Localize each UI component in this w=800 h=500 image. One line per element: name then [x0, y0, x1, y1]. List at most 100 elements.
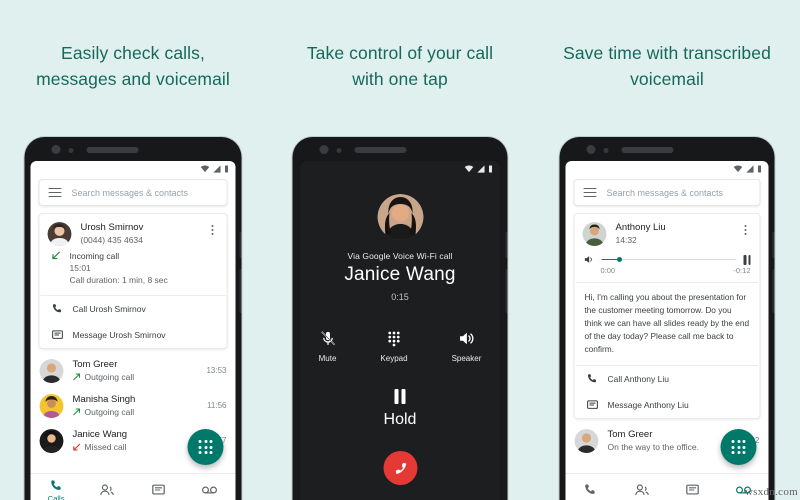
call-type: Incoming call: [69, 251, 120, 261]
list-item[interactable]: Manisha Singh Outgoing call 11:56: [31, 388, 236, 423]
bottom-navigation: Calls: [30, 473, 236, 500]
call-timer: 0:15: [391, 292, 409, 302]
power-button[interactable]: [239, 269, 242, 313]
contact-name: Urosh Smirnov: [80, 222, 144, 233]
phone-bezel-top: [293, 137, 508, 161]
nav-tab-calls-label: Calls: [47, 493, 65, 500]
panel-2-headline: Take control of your call with one tap: [267, 40, 533, 92]
call-status-label: Outgoing call: [84, 372, 135, 382]
voicemail-card[interactable]: Anthony Liu 14:32 0:00 -0:12 Hi, I'm cal…: [573, 213, 761, 419]
dialpad-fab-button[interactable]: [187, 429, 224, 465]
list-item-text: Tom Greer Outgoing call: [73, 358, 198, 383]
search-input[interactable]: Search messages & contacts: [72, 188, 189, 198]
nav-tab-contacts[interactable]: [82, 483, 133, 498]
list-item-text: Janice Wang Missed call: [73, 428, 207, 453]
headline-line-1: Save time with transcribed: [563, 43, 771, 63]
power-button[interactable]: [505, 269, 508, 313]
phone-icon: [585, 484, 596, 494]
power-button[interactable]: [772, 269, 775, 313]
action-message[interactable]: Message Anthony Liu: [575, 392, 760, 418]
slider-knob[interactable]: [616, 257, 622, 262]
front-camera-icon: [586, 145, 596, 154]
menu-icon[interactable]: [583, 185, 597, 200]
playback-slider[interactable]: [601, 255, 737, 265]
action-message-label: Message Anthony Liu: [607, 400, 689, 410]
search-bar[interactable]: Search messages & contacts: [573, 179, 761, 206]
more-options-icon[interactable]: [740, 222, 752, 246]
contact-name: Tom Greer: [72, 359, 118, 370]
nav-tab-calls[interactable]: Calls: [31, 479, 82, 500]
call-status: Outgoing call: [73, 406, 199, 418]
elapsed-time: 0:00: [600, 266, 616, 275]
panel-in-call: Take control of your call with one tap V…: [267, 0, 533, 500]
outgoing-call-arrow-icon: [73, 373, 81, 381]
hold-label: Hold: [383, 411, 417, 428]
action-call[interactable]: Call Anthony Liu: [575, 366, 760, 392]
keypad-icon: [198, 440, 213, 454]
nav-tab-messages[interactable]: [667, 483, 718, 498]
earpiece-speaker: [621, 147, 674, 153]
voicemail-time: 14:32: [615, 235, 637, 245]
volume-button[interactable]: [505, 232, 508, 258]
more-options-icon[interactable]: [207, 222, 219, 246]
wifi-icon: [733, 165, 743, 172]
call-status: Outgoing call: [73, 371, 198, 383]
list-item[interactable]: Tom Greer Outgoing call 13:53: [31, 353, 236, 388]
volume-button[interactable]: [772, 232, 775, 258]
phone-2-screen: Via Google Voice Wi-Fi call Janice Wang …: [300, 161, 500, 500]
messages-icon: [587, 400, 598, 409]
playback-times: 0:00 -0:12: [575, 265, 760, 275]
search-input[interactable]: Search messages & contacts: [607, 188, 724, 198]
screenshot-stage: Easily check calls, messages and voicema…: [0, 0, 800, 500]
front-camera-icon: [51, 145, 61, 154]
status-bar: [31, 161, 236, 176]
phone-mockup-1: Search messages & contacts Urosh Smirnov…: [24, 137, 242, 500]
nav-tab-messages[interactable]: [133, 483, 184, 498]
voicemail-transcript: Hi, I'm calling you about the presentati…: [584, 292, 750, 354]
keypad-button[interactable]: Keypad: [380, 330, 408, 363]
action-message-label: Message Urosh Smirnov: [72, 330, 166, 340]
nav-tab-calls[interactable]: [566, 483, 617, 498]
nav-tab-contacts[interactable]: [616, 483, 667, 498]
dialpad-fab-button[interactable]: [720, 429, 757, 465]
pause-button[interactable]: [743, 254, 751, 265]
phone-3-screen: Search messages & contacts Anthony Liu 1…: [565, 161, 769, 500]
wifi-icon: [200, 165, 210, 172]
menu-icon[interactable]: [48, 185, 62, 200]
hold-button[interactable]: Hold: [301, 389, 500, 429]
bottom-navigation: [565, 473, 769, 500]
mute-button[interactable]: Mute: [319, 330, 336, 363]
speaker-button[interactable]: Speaker: [452, 330, 481, 363]
contact-number: (0044) 435 4634: [80, 235, 143, 245]
callee-name: Janice Wang: [344, 264, 456, 285]
messages-icon: [52, 330, 63, 339]
missed-call-arrow-icon: [73, 443, 81, 451]
messages-icon: [686, 484, 699, 495]
call-status-label: Outgoing call: [84, 407, 135, 417]
phone-icon: [587, 374, 597, 383]
proximity-sensor-icon: [603, 148, 609, 153]
incoming-call-arrow-icon: [52, 251, 60, 260]
contact-name: Manisha Singh: [72, 394, 136, 405]
voicemail-identity: Anthony Liu 14:32: [616, 222, 740, 246]
end-call-button[interactable]: [383, 451, 417, 485]
keypad-icon: [731, 440, 746, 454]
headline-line-2: messages and voicemail: [36, 69, 230, 89]
call-status: Missed call: [73, 441, 207, 453]
expanded-call-card[interactable]: Urosh Smirnov (0044) 435 4634 Incoming c…: [38, 213, 228, 349]
phone-1-screen: Search messages & contacts Urosh Smirnov…: [30, 161, 236, 500]
avatar: [39, 358, 64, 383]
action-call[interactable]: Call Urosh Smirnov: [40, 296, 227, 322]
call-time: 11:56: [207, 401, 227, 410]
voicemail-player[interactable]: [575, 246, 760, 265]
in-call-ui: Via Google Voice Wi-Fi call Janice Wang …: [301, 194, 500, 500]
battery-icon: [757, 164, 762, 173]
action-message[interactable]: Message Urosh Smirnov: [40, 322, 227, 348]
volume-button[interactable]: [239, 232, 242, 258]
voicemail-icon: [202, 486, 218, 494]
status-bar: [566, 161, 769, 176]
search-bar[interactable]: Search messages & contacts: [38, 179, 228, 206]
action-call-label: Call Urosh Smirnov: [72, 304, 146, 314]
contacts-icon: [100, 484, 115, 496]
nav-tab-voicemail[interactable]: [184, 484, 235, 497]
